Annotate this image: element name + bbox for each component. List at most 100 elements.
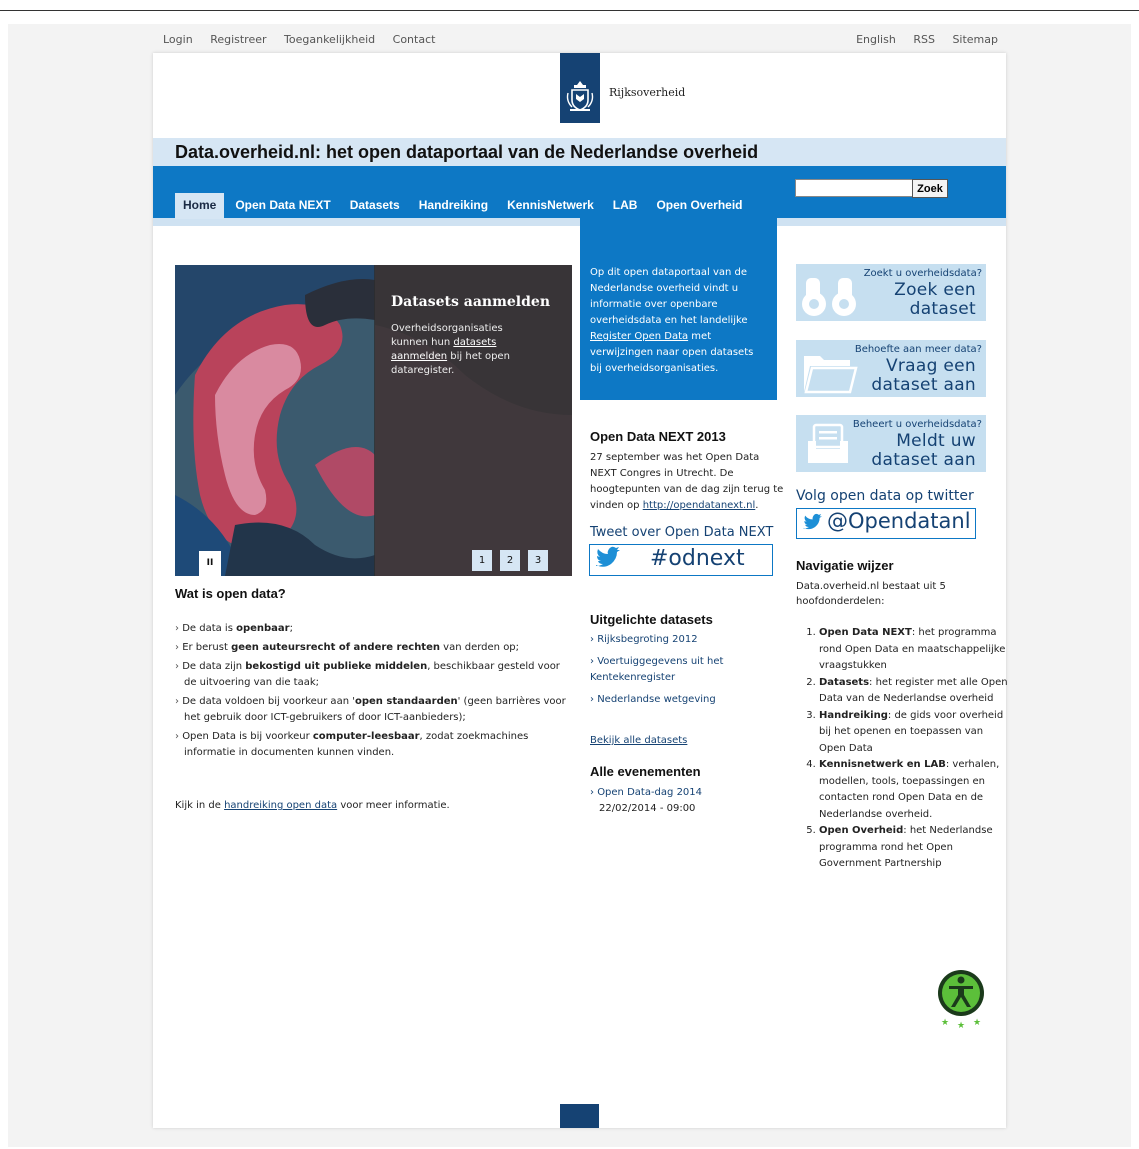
document-tray-icon <box>808 423 848 463</box>
rss-link[interactable]: RSS <box>913 33 935 46</box>
slide-page-1[interactable]: 1 <box>472 550 492 571</box>
hashtag: #odnext <box>650 546 745 571</box>
accessibility-link[interactable]: Toegankelijkheid <box>284 33 375 46</box>
event-link[interactable]: › Open Data-dag 2014 <box>590 785 702 801</box>
slide-page-3[interactable]: 3 <box>528 550 548 571</box>
item-bold: Datasets <box>819 676 870 688</box>
binoculars-icon <box>802 278 856 316</box>
tab-home[interactable]: Home <box>175 193 225 219</box>
navigatie-wijzer-intro: Data.overheid.nl bestaat uit 5 hoofdonde… <box>796 581 946 607</box>
tab-lab[interactable]: LAB <box>605 193 646 219</box>
crest-icon <box>566 81 594 111</box>
english-link[interactable]: English <box>856 33 896 46</box>
list-item: Datasets: het register met alle Open Dat… <box>819 675 1009 708</box>
tweet-label: Tweet over Open Data NEXT <box>590 525 774 540</box>
featured-dataset-link[interactable]: Voertuiggegevens uit het Kentekenregiste… <box>590 654 785 686</box>
nav-tabs: Home Open Data NEXT Datasets Handreiking… <box>175 193 754 219</box>
note-text: Kijk in de <box>175 800 225 811</box>
vraag-dataset-button[interactable]: Behoefte aan meer data? Vraag een dataset… <box>796 340 986 397</box>
slide-text: Overheidsorganisaties kunnen hun dataset… <box>391 322 541 378</box>
main-nav: Home Open Data NEXT Datasets Handreiking… <box>153 166 1006 226</box>
intro-text-before: Op dit open dataportaal van de Nederland… <box>590 267 748 326</box>
zoek-dataset-button[interactable]: Zoekt u overheidsdata? Zoek een dataset <box>796 264 986 321</box>
search-button[interactable]: Zoek <box>912 179 948 198</box>
tab-kennisnetwerk[interactable]: KennisNetwerk <box>499 193 602 219</box>
list-item: Open Overheid: het Nederlandse programma… <box>819 823 1009 873</box>
rijksoverheid-logo[interactable] <box>560 53 600 123</box>
site-title-bar: Data.overheid.nl: het open dataportaal v… <box>153 138 1006 166</box>
item-bold: bekostigd uit publieke middelen <box>245 661 428 672</box>
accessibility-badge-icon[interactable]: ★ ★ ★ <box>937 969 985 1029</box>
item-bold: open standaarden <box>354 696 458 707</box>
list-item: Kennisnetwerk en LAB: verhalen, modellen… <box>819 757 1009 823</box>
intro-box: Op dit open dataportaal van de Nederland… <box>580 218 777 400</box>
slide-caption: Datasets aanmelden Overheidsorganisaties… <box>374 265 572 576</box>
tab-datasets[interactable]: Datasets <box>342 193 408 219</box>
twitter-follow-button[interactable]: @Opendatanl <box>796 508 976 539</box>
cta-title: Meldt uw dataset aan <box>871 432 976 470</box>
sitemap-link[interactable]: Sitemap <box>952 33 998 46</box>
top-divider <box>0 10 1139 11</box>
handreiking-note: Kijk in de handreiking open data voor me… <box>175 800 450 811</box>
register-open-data-link[interactable]: Register Open Data <box>590 331 688 342</box>
note-text: voor meer informatie. <box>337 800 450 811</box>
footer-tab[interactable] <box>560 1104 599 1128</box>
open-data-criteria-list: De data is openbaar; Er berust geen aute… <box>175 621 570 764</box>
page-container: Rijksoverheid Data.overheid.nl: het open… <box>153 53 1009 1128</box>
contact-link[interactable]: Contact <box>393 33 436 46</box>
item-text: ; <box>289 623 293 634</box>
cta-subtitle: Behoefte aan meer data? <box>854 344 982 355</box>
handreiking-link[interactable]: handreiking open data <box>224 800 337 811</box>
svg-text:★: ★ <box>957 1021 965 1029</box>
navigatie-wijzer-list: Open Data NEXT: het programma rond Open … <box>800 625 1009 873</box>
list-item: Open Data NEXT: het programma rond Open … <box>819 625 1009 675</box>
tab-handreiking[interactable]: Handreiking <box>411 193 496 219</box>
uitgelichte-datasets-title: Uitgelichte datasets <box>590 612 713 627</box>
opendatanext-link[interactable]: http://opendatanext.nl <box>643 500 756 511</box>
image-slider: Datasets aanmelden Overheidsorganisaties… <box>175 265 572 576</box>
item-text: De data is <box>182 623 237 634</box>
folder-icon <box>804 356 858 394</box>
event-date: 22/02/2014 - 09:00 <box>599 803 696 814</box>
tweet-odnext-button[interactable]: #odnext <box>589 544 773 576</box>
svg-text:★: ★ <box>973 1018 981 1028</box>
tab-open-data-next[interactable]: Open Data NEXT <box>227 193 338 219</box>
meld-dataset-button[interactable]: Beheert u overheidsdata? Meldt uw dataset… <box>796 415 986 472</box>
cta-title-line: Vraag een <box>885 356 976 376</box>
odn-dot: . <box>755 500 759 511</box>
login-link[interactable]: Login <box>163 33 193 46</box>
item-bold: Kennisnetwerk en LAB <box>819 759 946 770</box>
slide-title: Datasets aanmelden <box>391 294 550 310</box>
item-text: De data voldoen bij voorkeur aan ' <box>182 696 355 707</box>
pause-button[interactable]: II <box>199 551 221 576</box>
cta-title-line: dataset aan <box>871 450 976 470</box>
twitter-label: Volg open data op twitter <box>796 488 974 504</box>
all-datasets-link[interactable]: Bekijk alle datasets <box>590 735 687 746</box>
intro-text: Op dit open dataportaal van de Nederland… <box>590 265 766 377</box>
twitter-handle: @Opendatanl <box>827 509 971 533</box>
featured-dataset-link[interactable]: Nederlandse wetgeving <box>590 692 785 708</box>
cta-subtitle: Beheert u overheidsdata? <box>852 419 982 430</box>
item-bold: openbaar <box>236 623 290 634</box>
odn-title: Open Data NEXT 2013 <box>590 429 726 444</box>
cta-title-line: Zoek een <box>894 280 976 300</box>
cta-title: Vraag een dataset aan <box>871 357 976 395</box>
cta-title-line: Meldt uw <box>896 431 976 451</box>
twitter-bird-icon <box>803 513 822 530</box>
register-link[interactable]: Registreer <box>210 33 266 46</box>
slide-page-2[interactable]: 2 <box>500 550 520 571</box>
event-name[interactable]: Open Data-dag 2014 <box>597 787 702 798</box>
site-title: Data.overheid.nl: het open dataportaal v… <box>175 142 759 162</box>
navigatie-wijzer-title: Navigatie wijzer <box>796 558 894 573</box>
item-bold: computer-leesbaar <box>312 731 420 742</box>
tab-open-overheid[interactable]: Open Overheid <box>648 193 750 219</box>
item-bold: Open Data NEXT <box>819 627 912 638</box>
search-form: Zoek <box>795 179 948 198</box>
item-bold: Handreiking <box>819 709 888 721</box>
svg-text:★: ★ <box>941 1018 949 1028</box>
list-item: Open Data is bij voorkeur computer-leesb… <box>175 729 570 761</box>
search-input[interactable] <box>795 179 913 197</box>
item-text: Er berust <box>182 642 232 653</box>
item-text: van derden op; <box>440 642 520 653</box>
featured-dataset-link[interactable]: Rijksbegroting 2012 <box>590 632 785 648</box>
